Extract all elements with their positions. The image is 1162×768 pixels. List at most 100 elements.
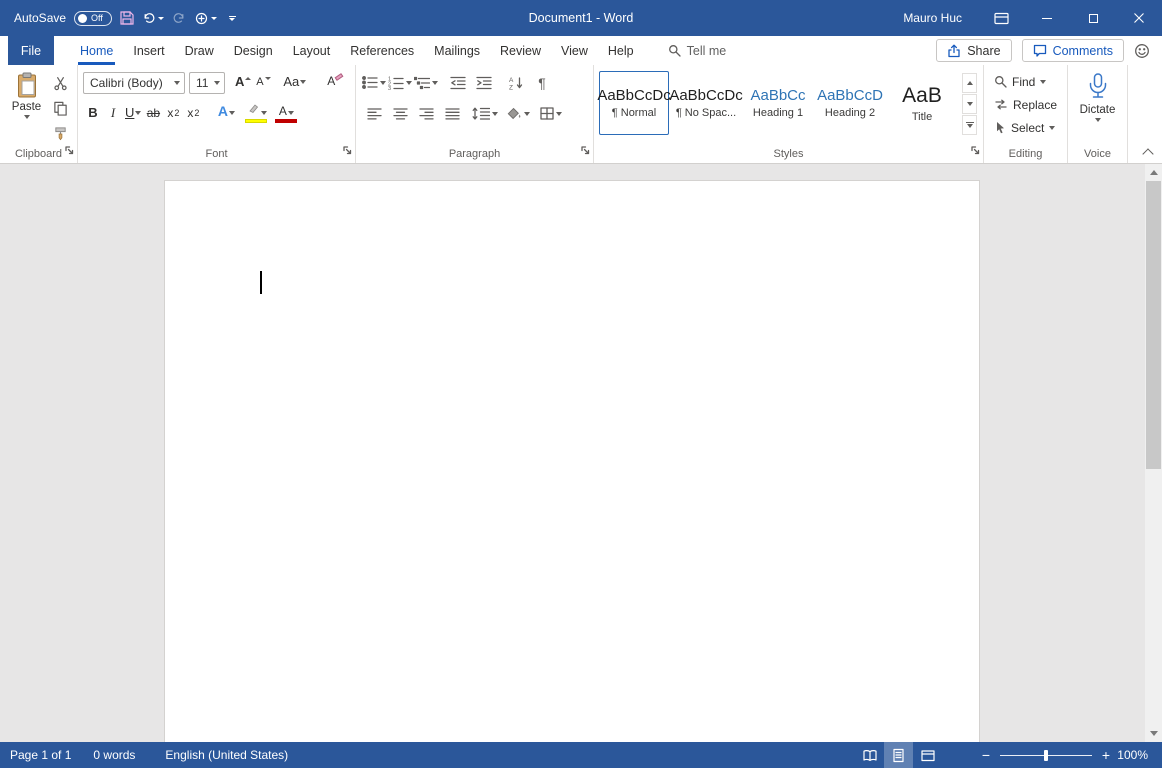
cut-button[interactable] — [49, 73, 72, 94]
word-count-status[interactable]: 0 words — [89, 742, 139, 768]
line-spacing-button[interactable] — [470, 103, 500, 124]
style-normal[interactable]: AaBbCcDc ¶ Normal — [599, 71, 669, 135]
document-area — [0, 164, 1162, 742]
tab-help[interactable]: Help — [598, 36, 644, 65]
ink-tool-button[interactable] — [194, 5, 217, 31]
vertical-scrollbar[interactable] — [1145, 164, 1162, 742]
close-button[interactable] — [1116, 0, 1162, 36]
minimize-button[interactable] — [1024, 0, 1070, 36]
decrease-indent-button[interactable] — [445, 72, 471, 93]
styles-dialog-launcher[interactable] — [970, 142, 980, 160]
tab-view[interactable]: View — [551, 36, 598, 65]
style-heading-1[interactable]: AaBbCc Heading 1 — [743, 71, 813, 135]
tab-draw[interactable]: Draw — [175, 36, 224, 65]
zoom-in-button[interactable]: + — [1096, 742, 1116, 768]
bullets-button[interactable] — [361, 72, 387, 93]
align-center-button[interactable] — [387, 103, 413, 124]
tab-references[interactable]: References — [340, 36, 424, 65]
text-effects-button[interactable]: A — [215, 103, 237, 124]
dictate-button[interactable]: Dictate — [1073, 70, 1122, 145]
tab-review[interactable]: Review — [490, 36, 551, 65]
tab-insert[interactable]: Insert — [123, 36, 174, 65]
style-heading-2[interactable]: AaBbCcD Heading 2 — [815, 71, 885, 135]
redo-button[interactable] — [168, 5, 190, 31]
clipboard-dialog-launcher[interactable] — [64, 142, 74, 160]
style-title[interactable]: AaB Title — [887, 71, 957, 135]
clear-formatting-button[interactable]: A — [320, 72, 342, 93]
user-account-name[interactable]: Mauro Huc — [903, 11, 962, 25]
customize-quick-access-button[interactable] — [221, 5, 243, 31]
highlight-color-button[interactable] — [243, 103, 269, 124]
font-dialog-launcher[interactable] — [342, 142, 352, 160]
subscript-button[interactable]: x2 — [163, 103, 183, 124]
tab-design[interactable]: Design — [224, 36, 283, 65]
shrink-font-button[interactable]: A — [253, 72, 273, 93]
strikethrough-button[interactable]: ab — [143, 103, 163, 124]
underline-button[interactable]: U — [123, 103, 143, 124]
sort-button[interactable]: A Z — [503, 72, 529, 93]
copy-button[interactable] — [49, 98, 72, 119]
save-button[interactable] — [116, 5, 138, 31]
share-button[interactable]: Share — [936, 39, 1011, 62]
tell-me-box[interactable]: Tell me — [668, 36, 727, 65]
change-case-dropdown-icon — [300, 80, 306, 84]
bold-button[interactable]: B — [83, 103, 103, 124]
styles-scroll-up-button[interactable] — [962, 73, 977, 93]
page-number-status[interactable]: Page 1 of 1 — [6, 742, 75, 768]
comments-button[interactable]: Comments — [1022, 39, 1124, 62]
zoom-slider[interactable] — [1000, 755, 1092, 756]
font-family-combo[interactable]: Calibri (Body) — [83, 72, 185, 94]
change-case-button[interactable]: Aa — [281, 72, 308, 93]
zoom-slider-thumb[interactable] — [1044, 750, 1048, 761]
format-painter-button[interactable] — [49, 123, 72, 144]
language-status[interactable]: English (United States) — [161, 742, 292, 768]
align-right-button[interactable] — [413, 103, 439, 124]
paste-button[interactable]: Paste — [5, 70, 48, 145]
select-button[interactable]: Select — [994, 116, 1062, 139]
multilevel-dropdown-icon — [432, 81, 438, 85]
borders-button[interactable] — [536, 103, 566, 124]
shading-button[interactable] — [503, 103, 533, 124]
paste-label: Paste — [12, 101, 41, 113]
find-button[interactable]: Find — [994, 70, 1062, 93]
ribbon-display-options-button[interactable] — [978, 0, 1024, 36]
tab-mailings[interactable]: Mailings — [424, 36, 490, 65]
font-size-value: 11 — [196, 76, 210, 90]
align-left-button[interactable] — [361, 103, 387, 124]
scrollbar-down-button[interactable] — [1145, 725, 1162, 742]
feedback-smiley-button[interactable] — [1134, 43, 1150, 59]
read-mode-button[interactable] — [855, 742, 884, 768]
undo-button[interactable] — [142, 5, 164, 31]
document-page[interactable] — [164, 180, 980, 742]
replace-button[interactable]: Replace — [994, 93, 1062, 116]
styles-scroll-down-button[interactable] — [962, 94, 977, 114]
tab-layout[interactable]: Layout — [283, 36, 341, 65]
style-no-spacing[interactable]: AaBbCcDc ¶ No Spac... — [671, 71, 741, 135]
show-paragraph-marks-button[interactable]: ¶ — [529, 72, 555, 93]
increase-indent-button[interactable] — [471, 72, 497, 93]
print-layout-button[interactable] — [884, 742, 913, 768]
styles-more-button[interactable] — [962, 115, 977, 135]
justify-button[interactable] — [439, 103, 465, 124]
scrollbar-thumb[interactable] — [1146, 181, 1161, 469]
tab-file[interactable]: File — [8, 36, 54, 65]
font-size-combo[interactable]: 11 — [189, 72, 225, 94]
numbering-button[interactable]: 1 2 3 — [387, 72, 413, 93]
maximize-button[interactable] — [1070, 0, 1116, 36]
italic-button[interactable]: I — [103, 103, 123, 124]
paragraph-dialog-launcher[interactable] — [580, 142, 590, 160]
zoom-out-button[interactable]: − — [976, 742, 996, 768]
web-layout-button[interactable] — [913, 742, 942, 768]
collapse-ribbon-button[interactable] — [1144, 147, 1152, 155]
scrollbar-up-button[interactable] — [1145, 164, 1162, 181]
multilevel-list-button[interactable] — [413, 72, 439, 93]
autosave-toggle[interactable]: Off — [74, 11, 112, 26]
superscript-button[interactable]: x2 — [183, 103, 203, 124]
text-cursor — [260, 271, 262, 294]
zoom-level[interactable]: 100% — [1116, 748, 1162, 762]
borders-icon — [540, 107, 554, 120]
font-color-button[interactable]: A — [273, 103, 299, 124]
grow-font-button[interactable]: A — [233, 72, 253, 93]
tab-home[interactable]: Home — [70, 36, 123, 65]
sort-icon: A Z — [509, 76, 524, 90]
